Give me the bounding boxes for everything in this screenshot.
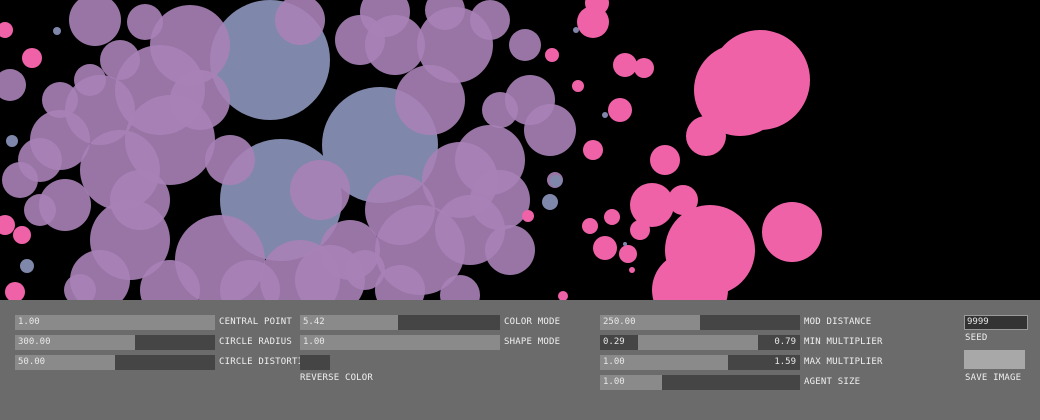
agent-circle	[345, 250, 385, 290]
min-multiplier-label: MIN MULTIPLIER	[804, 337, 883, 347]
agent-circle	[650, 145, 680, 175]
agent-circle	[74, 64, 106, 96]
agent-circle	[572, 80, 584, 92]
agent-circle	[583, 140, 603, 160]
agent-circle	[422, 142, 498, 218]
agent-circle	[485, 225, 535, 275]
shape-mode-label: SHAPE MODE	[504, 337, 561, 347]
agent-circle	[582, 218, 598, 234]
agent-circle	[542, 194, 558, 210]
central-point-slider[interactable]: 1.00	[15, 315, 215, 330]
circle-distortion-value: 50.00	[18, 357, 46, 367]
agent-circle	[335, 15, 385, 65]
agent-circle	[710, 30, 810, 130]
agent-circle	[42, 82, 78, 118]
min-multiplier-range-fill	[638, 335, 758, 350]
agent-circle	[20, 259, 34, 273]
agent-circle	[629, 267, 635, 273]
shape-mode-fill	[300, 335, 500, 350]
agent-circle	[13, 226, 31, 244]
shape-mode-value: 1.00	[303, 337, 325, 347]
mod-distance-slider[interactable]: 250.00	[600, 315, 800, 330]
agent-circle	[762, 202, 822, 262]
reverse-color-toggle[interactable]	[300, 355, 330, 370]
max-multiplier-label: MAX MULTIPLIER	[804, 357, 883, 367]
min-multiplier-range[interactable]: 0.29 0.79	[600, 335, 800, 350]
agent-size-label: AGENT SIZE	[804, 377, 861, 387]
circle-radius-value: 300.00	[18, 337, 51, 347]
agent-circle	[593, 236, 617, 260]
color-mode-slider[interactable]: 5.42	[300, 315, 500, 330]
agent-circle	[613, 53, 637, 77]
central-point-label: CENTRAL POINT	[219, 317, 293, 327]
agent-circle	[668, 185, 698, 215]
agent-circle	[686, 116, 726, 156]
sketch-window: 1.00 CENTRAL POINT 300.00 CIRCLE RADIUS …	[0, 0, 1040, 420]
mod-distance-label: MOD DISTANCE	[804, 317, 872, 327]
save-image-label: SAVE IMAGE	[965, 373, 1022, 383]
agent-circle	[634, 58, 654, 78]
mod-distance-value: 250.00	[603, 317, 636, 327]
save-image-button[interactable]	[964, 350, 1025, 369]
reverse-color-label: REVERSE COLOR	[300, 373, 374, 383]
agent-circle	[630, 183, 674, 227]
agent-circle	[602, 112, 608, 118]
control-panel: 1.00 CENTRAL POINT 300.00 CIRCLE RADIUS …	[0, 300, 1040, 420]
agent-circle	[53, 27, 61, 35]
agent-circle	[623, 242, 627, 246]
seed-label: SEED	[965, 333, 988, 343]
max-multiplier-range[interactable]: 1.00 1.59	[600, 355, 800, 370]
agent-circle	[522, 210, 534, 222]
agent-circle	[524, 104, 576, 156]
central-point-value: 1.00	[18, 317, 40, 327]
agent-circle	[550, 175, 562, 187]
agent-circle	[170, 70, 230, 130]
max-multiplier-low-value: 1.00	[603, 357, 625, 367]
agent-circle	[110, 170, 170, 230]
agent-circle	[24, 194, 56, 226]
agent-circle	[630, 220, 650, 240]
agent-circle	[205, 135, 255, 185]
agent-circle	[2, 162, 38, 198]
color-mode-label: COLOR MODE	[504, 317, 561, 327]
circle-radius-slider[interactable]: 300.00	[15, 335, 215, 350]
agent-circle	[22, 48, 42, 68]
agent-circle	[127, 4, 163, 40]
agent-circle	[573, 27, 579, 33]
agent-circle	[290, 160, 350, 220]
color-mode-value: 5.42	[303, 317, 325, 327]
agent-circle	[545, 48, 559, 62]
seed-input[interactable]: 9999	[964, 315, 1028, 330]
shape-mode-slider[interactable]: 1.00	[300, 335, 500, 350]
agent-circle	[482, 92, 518, 128]
agent-circle	[604, 209, 620, 225]
agent-circle	[6, 135, 18, 147]
generative-canvas	[0, 0, 1040, 300]
agent-circle	[470, 0, 510, 40]
agent-circle	[509, 29, 541, 61]
agent-circle	[619, 245, 637, 263]
central-point-fill	[15, 315, 215, 330]
agent-size-value: 1.00	[603, 377, 625, 387]
min-multiplier-low-value: 0.29	[603, 337, 625, 347]
circle-distortion-slider[interactable]: 50.00	[15, 355, 215, 370]
circle-radius-label: CIRCLE RADIUS	[219, 337, 293, 347]
min-multiplier-high-value: 0.79	[774, 337, 796, 347]
agent-circle	[100, 40, 140, 80]
agent-size-slider[interactable]: 1.00	[600, 375, 800, 390]
agent-circle	[608, 98, 632, 122]
max-multiplier-high-value: 1.59	[774, 357, 796, 367]
